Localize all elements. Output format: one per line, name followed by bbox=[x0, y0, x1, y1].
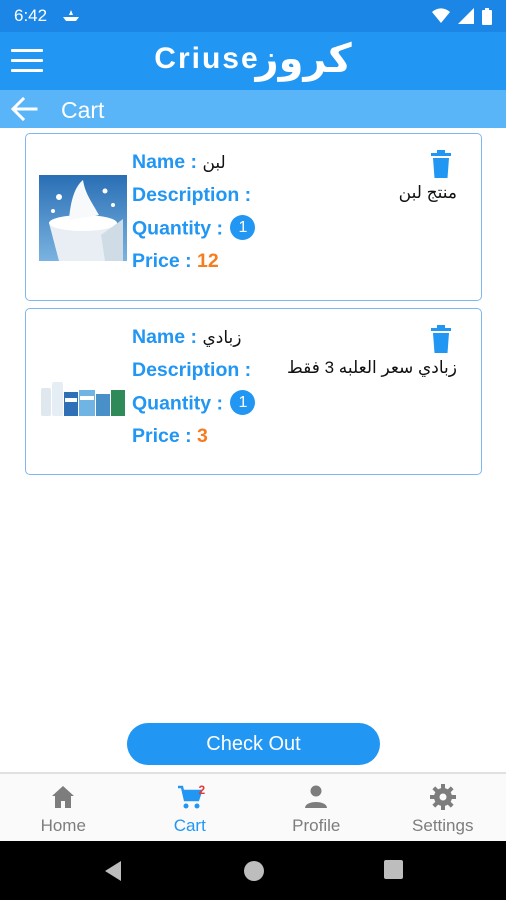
nav-label-settings: Settings bbox=[412, 816, 474, 835]
trash-icon[interactable] bbox=[429, 325, 453, 353]
yogurt-products-image bbox=[39, 350, 127, 436]
item-info: Name : لبن Description : Quantity : 1 Pr… bbox=[132, 151, 256, 283]
quantity-badge[interactable]: 1 bbox=[230, 215, 256, 240]
logo-latin-text: Criuse bbox=[154, 42, 260, 75]
item-name: لبن bbox=[202, 153, 226, 172]
item-description: زبادي سعر العلبه 3 فقط bbox=[286, 358, 457, 377]
item-price: 12 bbox=[197, 250, 219, 272]
signal-icon bbox=[458, 8, 474, 24]
bottom-navigation: Home 2 Cart Profile Settings bbox=[0, 772, 506, 841]
name-label: Name : bbox=[132, 151, 203, 173]
battery-icon bbox=[482, 7, 492, 25]
checkout-button[interactable]: Check Out bbox=[127, 723, 380, 765]
name-label: Name : bbox=[132, 326, 203, 348]
description-row: Description : bbox=[132, 184, 255, 217]
boat-notification-icon bbox=[63, 10, 80, 21]
price-label: Price : bbox=[132, 250, 198, 272]
quantity-row: Quantity : 1 bbox=[132, 390, 256, 425]
wifi-icon bbox=[432, 8, 450, 23]
app-logo: Criuseكروز bbox=[0, 36, 506, 82]
name-row: Name : لبن bbox=[132, 151, 255, 184]
item-description: منتج لبن bbox=[398, 183, 457, 202]
page-title: Cart bbox=[61, 97, 105, 123]
price-label: Price : bbox=[132, 425, 198, 447]
gear-icon bbox=[429, 784, 456, 810]
app-bar: Criuseكروز bbox=[0, 32, 506, 90]
logo-arabic-text: كروز bbox=[255, 37, 352, 81]
cart-item-card: Name : زبادي Description : Quantity : 1 … bbox=[25, 308, 482, 475]
price-row: Price : 3 bbox=[132, 425, 255, 458]
cart-count-badge: 2 bbox=[198, 783, 206, 797]
description-label: Description : bbox=[132, 359, 252, 381]
page-header: Cart bbox=[0, 90, 506, 128]
cart-item-card: Name : لبن Description : Quantity : 1 Pr… bbox=[25, 133, 482, 301]
trash-icon[interactable] bbox=[429, 150, 453, 178]
name-row: Name : زبادي bbox=[132, 326, 255, 359]
system-navigation-bar bbox=[0, 841, 506, 900]
cart-list: Name : لبن Description : Quantity : 1 Pr… bbox=[25, 133, 482, 482]
quantity-label: Quantity : bbox=[132, 217, 229, 240]
system-home-icon[interactable] bbox=[243, 860, 265, 882]
item-info: Name : زبادي Description : Quantity : 1 … bbox=[132, 326, 256, 458]
nav-item-profile[interactable]: Profile bbox=[253, 774, 380, 841]
nav-label-home: Home bbox=[40, 816, 86, 835]
quantity-label: Quantity : bbox=[132, 392, 229, 415]
system-recents-icon[interactable] bbox=[384, 860, 403, 879]
status-time: 6:42 bbox=[14, 6, 48, 25]
nav-item-cart[interactable]: 2 Cart bbox=[127, 774, 254, 841]
arrow-left-icon[interactable] bbox=[10, 96, 38, 122]
quantity-row: Quantity : 1 bbox=[132, 215, 256, 250]
quantity-badge[interactable]: 1 bbox=[230, 390, 256, 415]
item-name: زبادي bbox=[202, 328, 242, 347]
nav-item-settings[interactable]: Settings bbox=[380, 774, 506, 841]
home-icon bbox=[52, 786, 75, 808]
nav-label-cart: Cart bbox=[173, 816, 206, 835]
milk-splash-image bbox=[39, 175, 127, 261]
person-icon bbox=[305, 785, 328, 808]
description-row: Description : bbox=[132, 359, 255, 392]
item-price: 3 bbox=[197, 425, 208, 447]
nav-label-profile: Profile bbox=[292, 816, 341, 835]
status-icons bbox=[432, 7, 492, 25]
description-label: Description : bbox=[132, 184, 252, 206]
nav-item-home[interactable]: Home bbox=[0, 774, 127, 841]
system-back-icon[interactable] bbox=[103, 860, 123, 882]
status-bar: 6:42 bbox=[0, 0, 506, 32]
price-row: Price : 12 bbox=[132, 250, 255, 283]
